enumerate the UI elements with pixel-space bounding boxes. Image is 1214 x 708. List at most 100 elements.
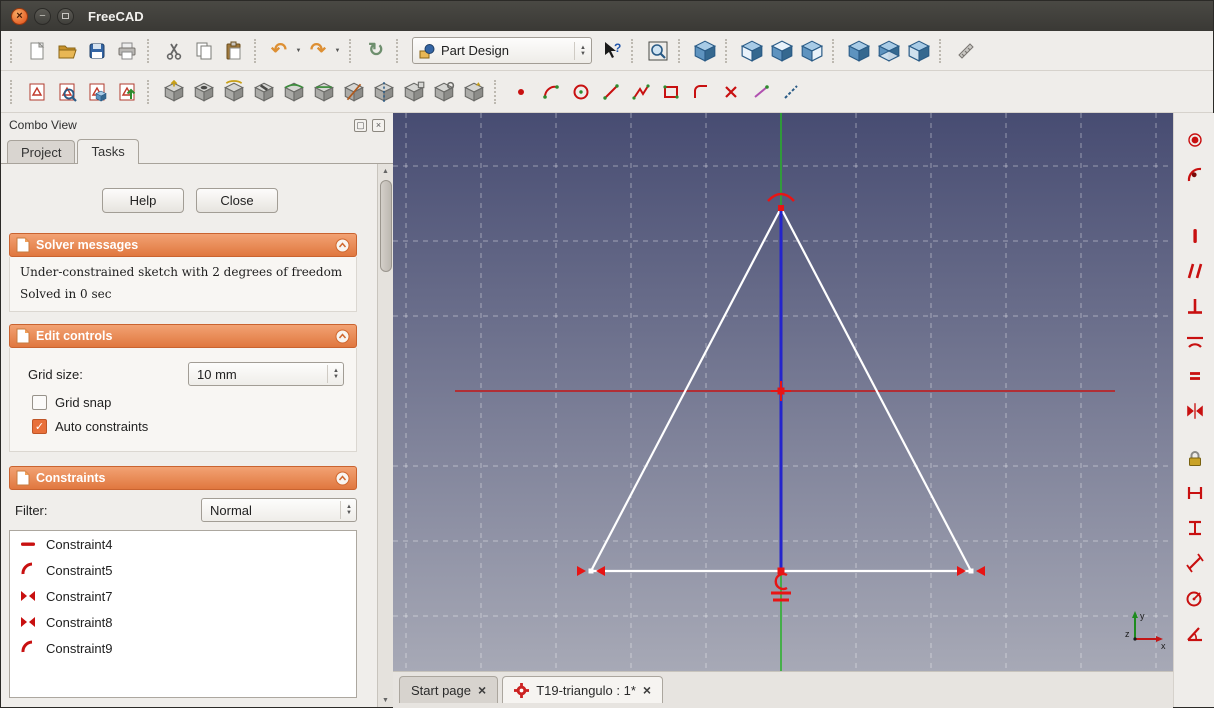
map-sketch-button[interactable] <box>82 77 112 107</box>
sketch-polyline-button[interactable] <box>626 77 656 107</box>
constraint-parallel-button[interactable] <box>1181 258 1209 284</box>
filter-dropdown[interactable]: Normal ▲▼ <box>201 498 357 522</box>
constraint-list-item[interactable]: Constraint7 <box>10 583 356 609</box>
constraints-header[interactable]: Constraints <box>9 466 357 490</box>
collapse-button[interactable] <box>335 238 350 253</box>
collapse-button[interactable] <box>335 329 350 344</box>
panel-scrollbar[interactable]: ▲ ▼ <box>377 164 393 707</box>
constraint-radius-button[interactable] <box>1181 585 1209 611</box>
toolbar-drag-handle[interactable] <box>147 39 152 63</box>
sketch-arc-button[interactable] <box>536 77 566 107</box>
close-task-button[interactable]: Close <box>196 188 278 213</box>
auto-constraints-checkbox[interactable]: ✓ <box>32 419 47 434</box>
linear-pattern-button[interactable] <box>399 77 429 107</box>
sketch-fillet-button[interactable] <box>686 77 716 107</box>
constraint-perpendicular-button[interactable] <box>1181 293 1209 319</box>
undo-dropdown-button[interactable]: ▼ <box>292 36 305 66</box>
groove-button[interactable] <box>249 77 279 107</box>
tab-tasks[interactable]: Tasks <box>77 139 138 164</box>
sketch-line-button[interactable] <box>596 77 626 107</box>
draft-button[interactable] <box>339 77 369 107</box>
constraint-list-item[interactable]: Constraint4 <box>10 531 356 557</box>
window-minimize-button[interactable]: − <box>34 8 51 25</box>
constraint-coincident-button[interactable] <box>1181 127 1209 153</box>
constraint-distance-button[interactable] <box>1181 550 1209 576</box>
redo-button[interactable]: ↷ <box>305 37 331 65</box>
help-button[interactable]: Help <box>102 188 184 213</box>
scrollbar-down-button[interactable]: ▼ <box>379 693 393 707</box>
toolbar-drag-handle[interactable] <box>10 39 15 63</box>
panel-close-button[interactable]: × <box>372 119 385 132</box>
solver-messages-header[interactable]: Solver messages <box>9 233 357 257</box>
sketch-circle-button[interactable] <box>566 77 596 107</box>
constraint-equal-button[interactable] <box>1181 363 1209 389</box>
grid-snap-checkbox[interactable] <box>32 395 47 410</box>
sketch-viewport[interactable]: y x z <box>393 113 1173 671</box>
top-view-button[interactable] <box>767 36 797 66</box>
rear-view-button[interactable] <box>844 36 874 66</box>
undo-button[interactable]: ↶ <box>266 37 292 65</box>
constraint-point-on-object-button[interactable] <box>1181 162 1209 188</box>
toolbar-drag-handle[interactable] <box>678 39 683 63</box>
left-view-button[interactable] <box>904 36 934 66</box>
measure-button[interactable] <box>951 36 981 66</box>
tab-project[interactable]: Project <box>7 140 75 163</box>
pad-button[interactable] <box>159 77 189 107</box>
fit-all-button[interactable] <box>643 36 673 66</box>
revolution-button[interactable] <box>219 77 249 107</box>
copy-button[interactable] <box>189 36 219 66</box>
fillet-feature-button[interactable] <box>279 77 309 107</box>
edit-sketch-button[interactable] <box>52 77 82 107</box>
close-tab-icon[interactable]: × <box>643 683 651 697</box>
toolbar-drag-handle[interactable] <box>939 39 944 63</box>
pocket-button[interactable] <box>189 77 219 107</box>
constraint-horizontal-distance-button[interactable] <box>1181 480 1209 506</box>
open-document-button[interactable] <box>52 36 82 66</box>
whats-this-button[interactable]: ? <box>596 36 626 66</box>
front-view-button[interactable] <box>737 36 767 66</box>
collapse-button[interactable] <box>335 471 350 486</box>
tab-start-page[interactable]: Start page × <box>399 676 498 703</box>
toolbar-drag-handle[interactable] <box>832 39 837 63</box>
toolbar-drag-handle[interactable] <box>10 80 15 104</box>
tab-document-t19-triangulo[interactable]: T19-triangulo : 1* × <box>502 676 663 703</box>
right-view-button[interactable] <box>797 36 827 66</box>
toolbar-drag-handle[interactable] <box>396 39 401 63</box>
bottom-view-button[interactable] <box>874 36 904 66</box>
sketch-trim-button[interactable] <box>716 77 746 107</box>
scrollbar-thumb[interactable] <box>380 180 392 272</box>
multi-transform-button[interactable] <box>459 77 489 107</box>
constraint-angle-button[interactable] <box>1181 620 1209 646</box>
paste-button[interactable] <box>219 36 249 66</box>
window-close-button[interactable]: × <box>11 8 28 25</box>
close-tab-icon[interactable]: × <box>478 683 486 697</box>
constraint-list-item[interactable]: Constraint8 <box>10 609 356 635</box>
constraint-tangent-button[interactable] <box>1181 328 1209 354</box>
cut-button[interactable] <box>159 36 189 66</box>
toolbar-drag-handle[interactable] <box>254 39 259 63</box>
constraint-symmetric-button[interactable] <box>1181 398 1209 424</box>
toolbar-drag-handle[interactable] <box>147 80 152 104</box>
leave-sketch-button[interactable] <box>112 77 142 107</box>
toolbar-drag-handle[interactable] <box>725 39 730 63</box>
edit-controls-header[interactable]: Edit controls <box>9 324 357 348</box>
window-maximize-button[interactable] <box>57 8 74 25</box>
toolbar-drag-handle[interactable] <box>631 39 636 63</box>
constraint-list-item[interactable]: Constraint5 <box>10 557 356 583</box>
print-button[interactable] <box>112 36 142 66</box>
constraint-list-item[interactable]: Constraint9 <box>10 635 356 661</box>
panel-float-button[interactable]: ▢ <box>354 119 367 132</box>
workbench-selector[interactable]: Part Design ▲▼ <box>412 37 592 64</box>
grid-size-spinner[interactable]: ▲▼ <box>327 365 339 383</box>
polar-pattern-button[interactable] <box>429 77 459 107</box>
save-button[interactable] <box>82 36 112 66</box>
sketch-rectangle-button[interactable] <box>656 77 686 107</box>
constraint-vertical-distance-button[interactable] <box>1181 515 1209 541</box>
constraint-vertical-button[interactable] <box>1181 223 1209 249</box>
toolbar-drag-handle[interactable] <box>349 39 354 63</box>
external-geometry-button[interactable] <box>746 77 776 107</box>
create-sketch-button[interactable] <box>22 77 52 107</box>
filter-spinner[interactable]: ▲▼ <box>340 501 352 519</box>
mirrored-button[interactable] <box>369 77 399 107</box>
sketch-point-button[interactable] <box>506 77 536 107</box>
